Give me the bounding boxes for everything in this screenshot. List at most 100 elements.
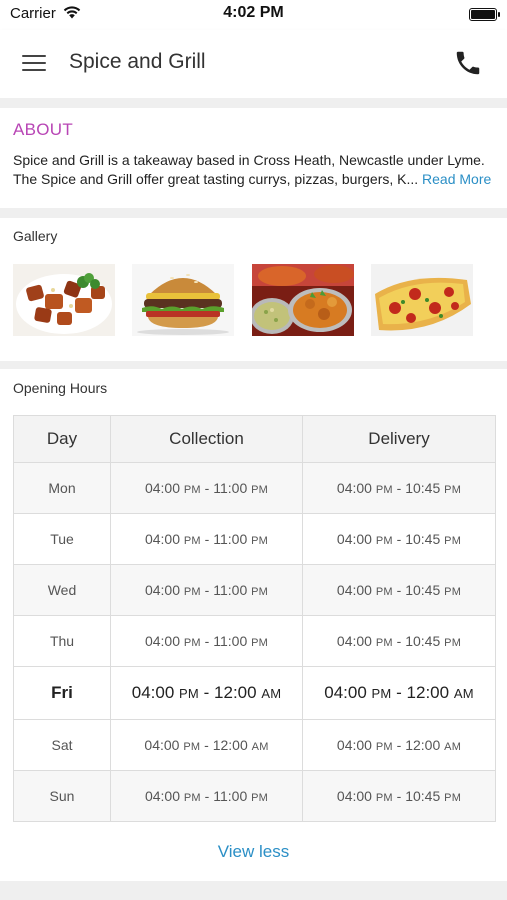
ampm-label: PM [183, 484, 201, 496]
opening-hours-table: Day Collection Delivery Mon 04:00 PM - 11… [13, 415, 496, 822]
gallery-image-curries[interactable] [252, 264, 354, 336]
day-cell: Fri [13, 666, 111, 720]
time-value: 12:00 [406, 683, 450, 702]
delivery-hours-cell: 04:00 PM - 10:45 PM [302, 564, 496, 616]
ampm-label: PM [251, 535, 269, 547]
time-value: 04:00 [144, 737, 180, 753]
section-divider [0, 208, 507, 218]
collection-hours-cell: 04:00 PM - 11:00 PM [110, 513, 303, 565]
ampm-label: PM [444, 586, 462, 598]
time-value: 04:00 [144, 582, 180, 598]
collection-hours-cell: 04:00 PM - 11:00 PM [110, 564, 303, 616]
clock-time: 4:02 PM [223, 4, 284, 21]
time-value: 04:00 [144, 788, 180, 804]
gallery-image-pizza[interactable] [371, 264, 473, 336]
time-value: 04:00 [336, 633, 372, 649]
ampm-label: PM [375, 586, 393, 598]
day-cell: Sun [13, 770, 111, 822]
ampm-label: PM [179, 686, 199, 701]
ampm-label: PM [375, 484, 393, 496]
time-value: 04:00 [131, 683, 175, 702]
section-divider [0, 881, 507, 900]
ampm-label: PM [183, 792, 201, 804]
column-header-delivery: Delivery [302, 415, 496, 463]
table-row: Mon 04:00 PM - 11:00 PM 04:00 PM - 10:45 P… [13, 462, 496, 514]
ampm-label: PM [183, 586, 201, 598]
ampm-label: PM [375, 535, 393, 547]
day-cell: Wed [13, 564, 111, 616]
page-title: Spice and Grill [69, 50, 206, 73]
delivery-hours-cell: 04:00 PM - 10:45 PM [302, 770, 496, 822]
time-value: 12:00 [212, 737, 248, 753]
time-value: 11:00 [213, 582, 248, 598]
about-heading: ABOUT [13, 120, 74, 139]
table-row: Wed 04:00 PM - 11:00 PM 04:00 PM - 10:45 P… [13, 564, 496, 616]
time-value: 11:00 [213, 480, 248, 496]
ampm-label: PM [183, 741, 201, 753]
day-cell: Mon [13, 462, 111, 514]
time-value: 12:00 [214, 683, 257, 702]
time-value: 04:00 [336, 737, 372, 753]
opening-hours-heading: Opening Hours [13, 380, 108, 396]
ampm-label: PM [183, 637, 201, 649]
ampm-label: PM [251, 637, 269, 649]
delivery-hours-cell: 04:00 PM - 12:00 AM [302, 719, 496, 771]
ampm-label: AM [453, 686, 474, 701]
collection-hours-cell: 04:00 PM - 11:00 PM [110, 770, 303, 822]
time-value: 10:45 [405, 788, 441, 804]
time-value: 04:00 [144, 480, 180, 496]
ampm-label: PM [251, 586, 269, 598]
delivery-hours-cell: 04:00 PM - 12:00 AM [302, 666, 496, 720]
table-row: Tue 04:00 PM - 11:00 PM 04:00 PM - 10:45 P… [13, 513, 496, 565]
delivery-hours-cell: 04:00 PM - 10:45 PM [302, 513, 496, 565]
collection-hours-cell: 04:00 PM - 11:00 PM [110, 615, 303, 667]
read-more-link[interactable]: Read More [422, 171, 491, 187]
delivery-hours-cell: 04:00 PM - 10:45 PM [302, 462, 496, 514]
column-header-collection: Collection [110, 415, 303, 463]
time-value: 04:00 [336, 480, 372, 496]
table-row: Fri 04:00 PM - 12:00 AM 04:00 PM - 12:00 A… [13, 666, 496, 720]
table-row: Sun 04:00 PM - 11:00 PM 04:00 PM - 10:45 P… [13, 770, 496, 822]
hamburger-menu-icon[interactable] [22, 52, 48, 74]
view-less-button[interactable]: View less [0, 842, 507, 862]
time-value: 12:00 [405, 737, 441, 753]
time-value: 11:00 [213, 531, 248, 547]
time-value: 11:00 [213, 788, 248, 804]
day-cell: Tue [13, 513, 111, 565]
ampm-label: PM [444, 792, 462, 804]
time-value: 04:00 [336, 531, 372, 547]
gallery-section: Gallery [0, 218, 507, 361]
time-value: 04:00 [324, 683, 367, 702]
about-line-1: Spice and Grill is a takeaway based in C… [13, 152, 485, 168]
gallery-image-burger[interactable] [132, 264, 234, 336]
about-section: ABOUT Spice and Grill is a takeaway base… [0, 108, 507, 208]
about-line-2: The Spice and Grill offer great tasting … [13, 170, 498, 189]
ampm-label: PM [251, 484, 269, 496]
phone-icon[interactable] [453, 48, 483, 78]
day-cell: Sat [13, 719, 111, 771]
ampm-label: PM [183, 535, 201, 547]
about-description: Spice and Grill is a takeaway based in C… [13, 151, 498, 189]
section-divider [0, 98, 507, 108]
ampm-label: PM [371, 686, 392, 701]
ampm-label: PM [375, 741, 393, 753]
column-header-day: Day [13, 415, 111, 463]
ampm-label: PM [251, 792, 269, 804]
about-line-2-text: The Spice and Grill offer great tasting … [13, 171, 419, 187]
ampm-label: AM [261, 686, 282, 701]
gallery-image-chicken-tikka[interactable] [13, 264, 115, 336]
time-value: 04:00 [336, 582, 372, 598]
time-value: 10:45 [405, 480, 441, 496]
ampm-label: PM [444, 535, 462, 547]
ampm-label: PM [375, 792, 393, 804]
table-row: Sat 04:00 PM - 12:00 AM 04:00 PM - 12:00 A… [13, 719, 496, 771]
opening-hours-section: Opening Hours Day Collection Delivery Mo… [0, 369, 507, 881]
section-divider [0, 361, 507, 369]
battery-icon [469, 8, 500, 21]
collection-hours-cell: 04:00 PM - 12:00 AM [110, 719, 303, 771]
table-header-row: Day Collection Delivery [13, 415, 496, 463]
status-bar: Carrier 4:02 PM [0, 0, 507, 30]
time-value: 10:45 [405, 633, 441, 649]
delivery-hours-cell: 04:00 PM - 10:45 PM [302, 615, 496, 667]
collection-hours-cell: 04:00 PM - 12:00 AM [110, 666, 303, 720]
